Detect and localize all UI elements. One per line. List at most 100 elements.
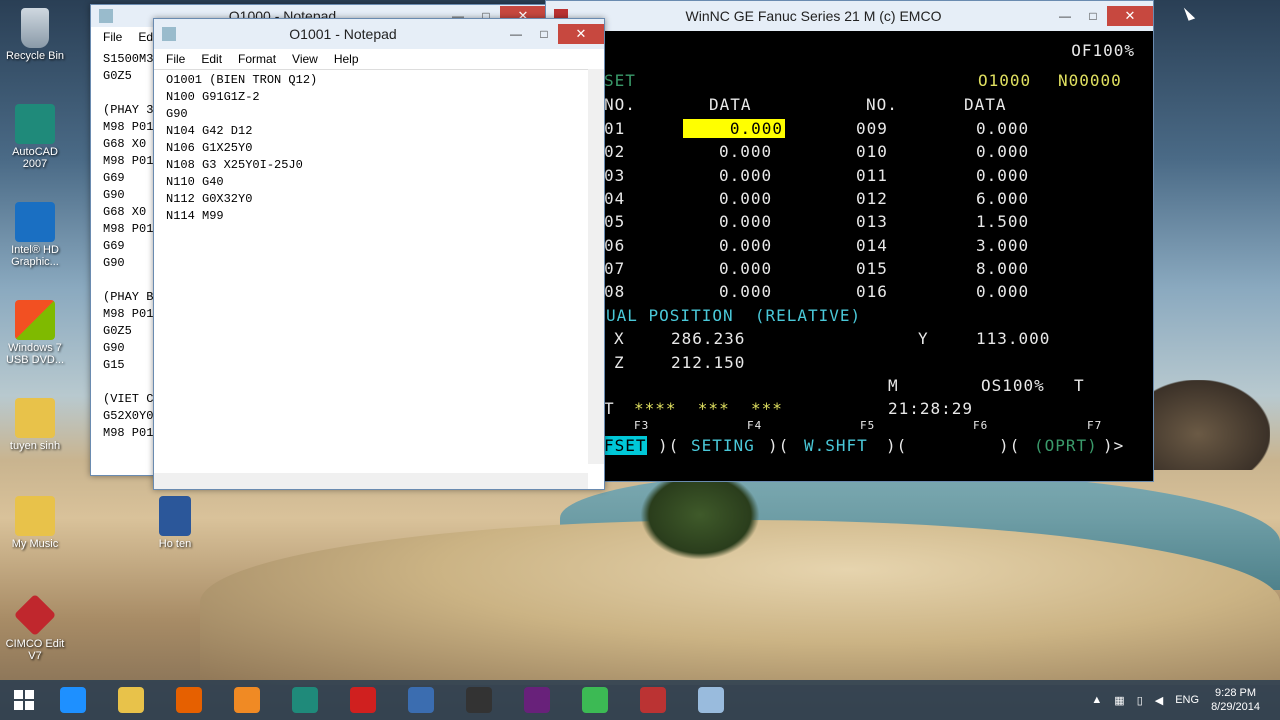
maximize-button[interactable]: □	[1079, 6, 1107, 26]
status-indicators: **** *** ***	[634, 399, 783, 418]
taskbar-firefox-button[interactable]	[164, 682, 214, 718]
show-hidden-icons[interactable]: ▲	[1091, 694, 1102, 706]
taskbar-notepad-button[interactable]	[686, 682, 736, 718]
menu-view[interactable]: View	[292, 52, 318, 66]
offset-number: 02	[604, 142, 626, 162]
firefox-icon	[176, 687, 202, 713]
offset-number: 08	[604, 282, 626, 302]
taskbar-winnc-app-button[interactable]	[396, 682, 446, 718]
clock: 21:28:29	[888, 399, 974, 418]
volume-icon[interactable]: ◀	[1155, 694, 1163, 707]
fkey-label: F7	[1087, 419, 1103, 432]
taskbar-file-explorer-button[interactable]	[106, 682, 156, 718]
offset-value: 0.000	[976, 165, 1030, 185]
taskbar-video-button[interactable]	[454, 682, 504, 718]
editor-line: N112 G0X32Y0	[166, 192, 253, 206]
notepad-window-front[interactable]: O1001 - Notepad — □ ✕ File Edit Format V…	[153, 18, 605, 490]
menu-format[interactable]: Format	[238, 52, 276, 66]
video-icon	[466, 687, 492, 713]
mode-indicator: M	[888, 376, 899, 395]
offset-value: 0.000	[719, 142, 773, 162]
spindle-override: OS100%	[981, 376, 1045, 395]
menu-help[interactable]: Help	[334, 52, 359, 66]
desktop-icon-cimco[interactable]: CIMCO Edit V7	[0, 593, 70, 662]
softkey-wshft[interactable]: W.SHFT	[804, 436, 868, 455]
taskbar-chrome-button[interactable]	[570, 682, 620, 718]
word-document-icon	[159, 496, 191, 536]
softkey-fset[interactable]: FSET	[604, 436, 647, 455]
softkey-bracket: )(	[999, 436, 1021, 455]
winnc-app-icon	[408, 687, 434, 713]
offset-value: 0.000	[719, 282, 773, 302]
desktop-icon-intel[interactable]: Intel® HD Graphic...	[0, 202, 70, 268]
screen-title: SET	[604, 71, 636, 90]
fkey-label: F5	[860, 419, 876, 432]
recycle-bin-icon	[21, 8, 49, 48]
menu-bar: File Edit Format View Help	[154, 49, 604, 69]
desktop-icon-autocad[interactable]: AutoCAD 2007	[0, 104, 70, 170]
winnc-window[interactable]: WinNC GE Fanuc Series 21 M (c) EMCO — □ …	[545, 0, 1154, 482]
menu-file[interactable]: File	[103, 30, 122, 44]
softkey-oprt[interactable]: (OPRT)	[1034, 436, 1098, 455]
minimize-button[interactable]: —	[502, 24, 530, 44]
autocad-icon	[15, 104, 55, 144]
x-axis-value: 286.236	[671, 329, 746, 348]
cnc-screen: OF100% SET O1000 N00000 NO. DATA NO. DAT…	[546, 31, 1153, 481]
close-button[interactable]: ✕	[1107, 6, 1153, 26]
maximize-button[interactable]: □	[530, 24, 558, 44]
clock-area[interactable]: 9:28 PM 8/29/2014	[1211, 686, 1260, 714]
offset-value: 0.000	[719, 258, 773, 278]
offset-value: 0.000	[976, 282, 1030, 302]
text-editor[interactable]: O1001 (BIEN TRON Q12) N100 G91G1Z-2 G90 N10…	[154, 69, 604, 462]
taskbar-autocad-button[interactable]	[280, 682, 330, 718]
vertical-scrollbar[interactable]	[588, 69, 604, 464]
editor-line: O1001 (BIEN TRON Q12)	[166, 73, 318, 87]
autocad-icon	[292, 687, 318, 713]
y-axis-value: 113.000	[976, 329, 1051, 348]
offset-number: 01	[604, 119, 626, 138]
offset-value: 6.000	[976, 188, 1030, 208]
title-bar[interactable]: WinNC GE Fanuc Series 21 M (c) EMCO — □ …	[546, 1, 1153, 31]
desktop-icon-tuyen-sinh[interactable]: tuyen sinh	[0, 398, 70, 452]
fkey-label: F3	[634, 419, 650, 432]
softkey-seting[interactable]: SETING	[691, 436, 755, 455]
start-button[interactable]	[0, 680, 48, 720]
minimize-button[interactable]: —	[1051, 6, 1079, 26]
x-axis-label: X	[614, 329, 625, 348]
col-no-right: NO.	[866, 95, 898, 114]
offset-number: 010	[856, 142, 888, 162]
desktop-icon-my-music[interactable]: My Music	[0, 496, 70, 550]
taskbar-visual-studio-button[interactable]	[512, 682, 562, 718]
taskbar-ie-button[interactable]	[48, 682, 98, 718]
desktop-icon-windows-usb[interactable]: Windows 7 USB DVD...	[0, 300, 70, 366]
offset-value: 8.000	[976, 258, 1030, 278]
desktop-icon-recycle-bin[interactable]: Recycle Bin	[0, 8, 70, 62]
close-button[interactable]: ✕	[558, 24, 604, 44]
notepad-icon	[162, 27, 176, 41]
taskbar-fanuc-button[interactable]	[628, 682, 678, 718]
offset-value: 1.500	[976, 212, 1030, 232]
z-axis-label: Z	[614, 353, 625, 372]
position-heading: UAL POSITION (RELATIVE)	[606, 306, 862, 325]
battery-icon[interactable]: ▯	[1137, 694, 1143, 707]
window-title: O1001 - Notepad	[289, 26, 397, 42]
language-indicator[interactable]: ENG	[1175, 694, 1199, 706]
feed-override: OF100%	[1071, 41, 1135, 60]
offset-value: 0.000	[719, 188, 773, 208]
horizontal-scrollbar[interactable]	[154, 473, 588, 489]
title-bar[interactable]: O1001 - Notepad — □ ✕	[154, 19, 604, 49]
menu-edit[interactable]: Edit	[201, 52, 222, 66]
taskbar: ▲ ▦ ▯ ◀ ENG 9:28 PM 8/29/2014	[0, 680, 1280, 720]
offset-value: 0.000	[976, 142, 1030, 162]
network-icon[interactable]: ▦	[1114, 694, 1124, 707]
taskbar-solidworks-button[interactable]	[338, 682, 388, 718]
desktop-icon-ho-ten[interactable]: Ho ten	[140, 496, 210, 550]
offset-value: 0.000	[719, 165, 773, 185]
col-no-left: NO.	[604, 95, 636, 114]
offset-value: 0.000	[976, 119, 1030, 138]
taskbar-media-player-button[interactable]	[222, 682, 272, 718]
offset-value: 0.000	[683, 119, 785, 138]
ie-icon	[60, 687, 86, 713]
offset-number: 06	[604, 235, 626, 255]
menu-file[interactable]: File	[166, 52, 185, 66]
